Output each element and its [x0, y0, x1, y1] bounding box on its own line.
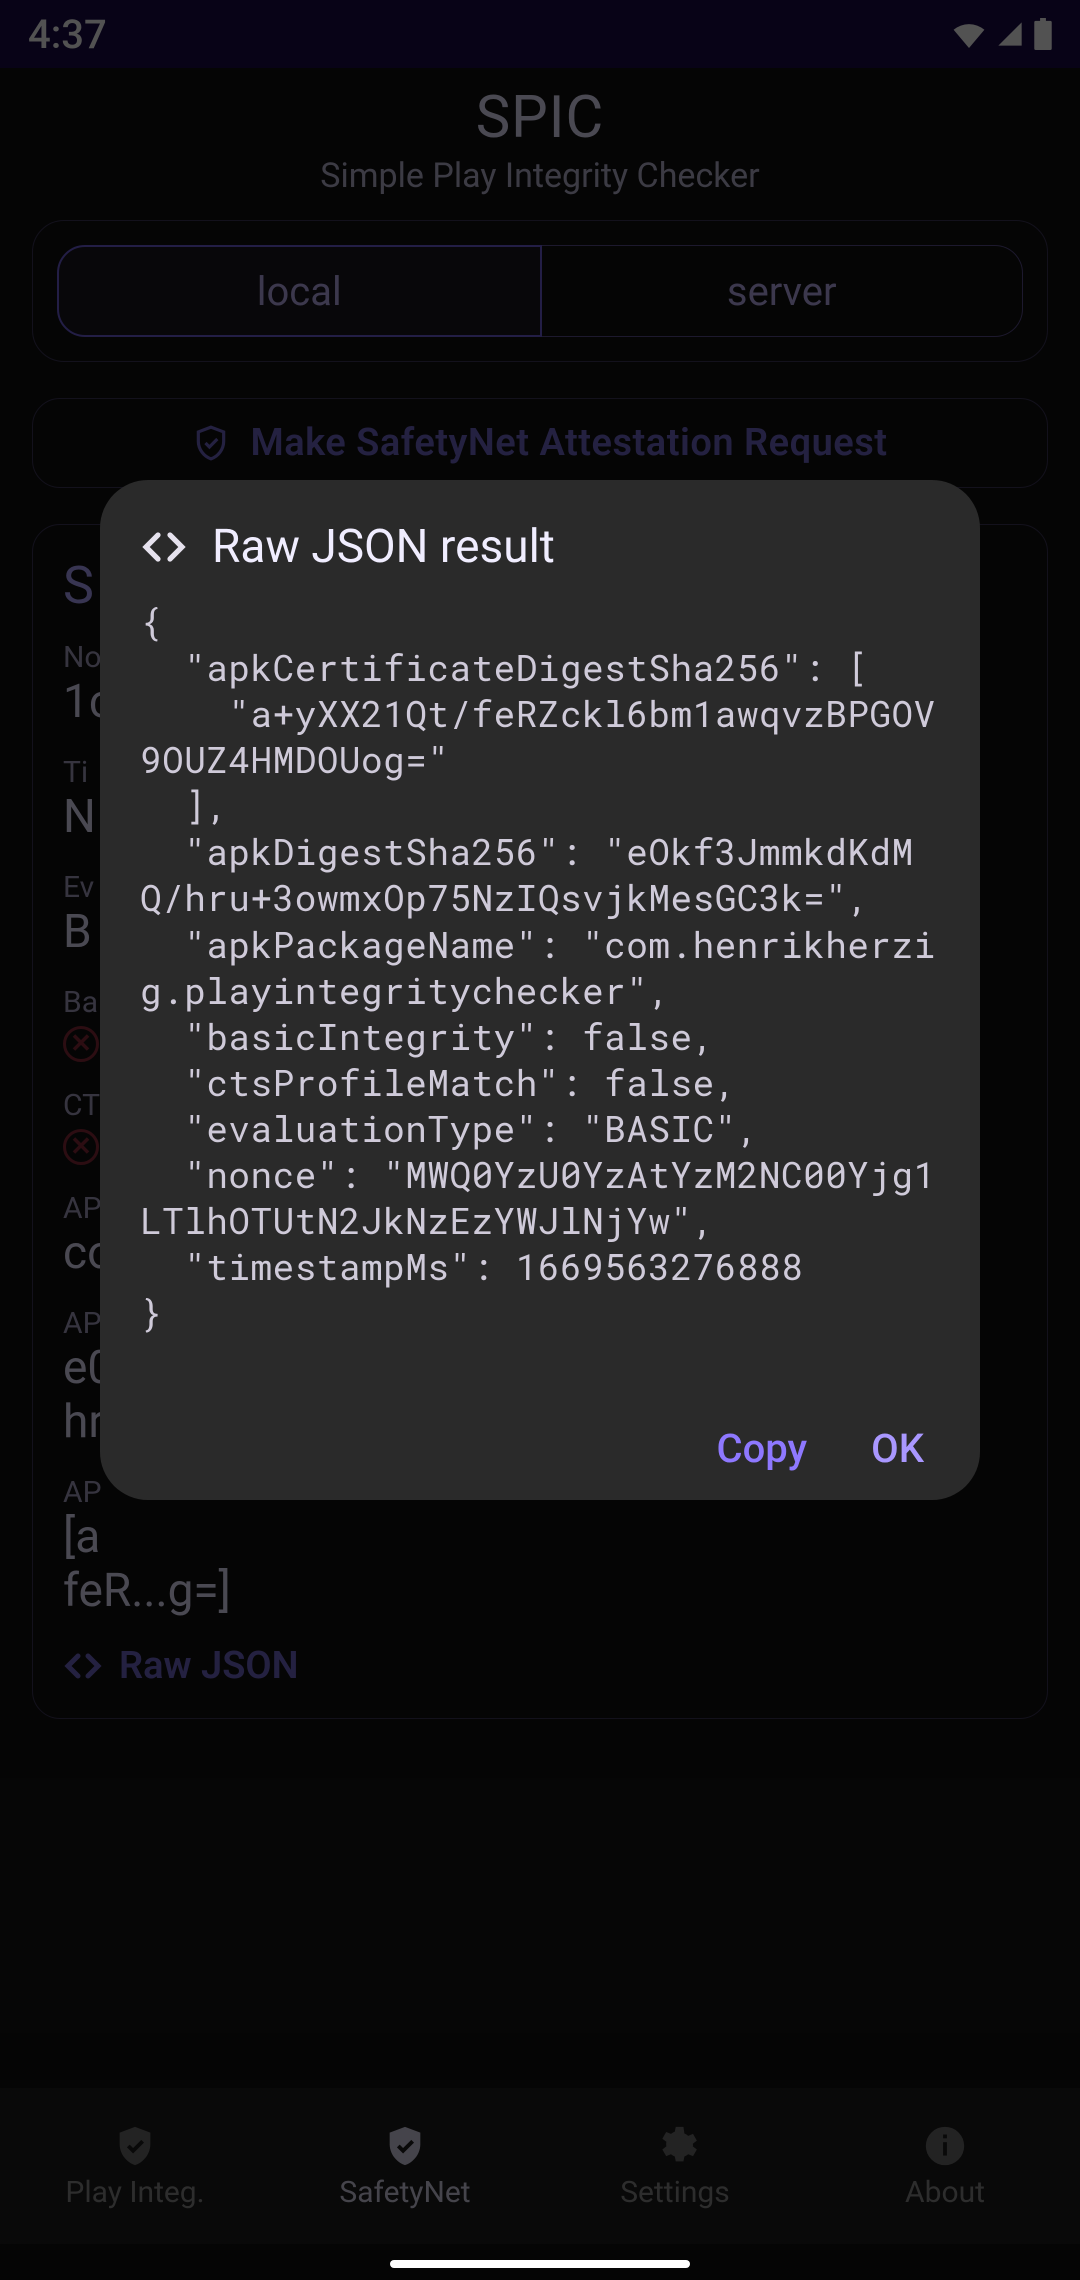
ok-button[interactable]: OK — [871, 1425, 924, 1472]
copy-button[interactable]: Copy — [716, 1425, 807, 1472]
dialog-title: Raw JSON result — [212, 520, 555, 574]
dialog-actions: Copy OK — [140, 1425, 940, 1472]
raw-json-dialog: Raw JSON result { "apkCertificateDigestS… — [100, 480, 980, 1500]
dialog-body: { "apkCertificateDigestSha256": [ "a+yXX… — [140, 598, 940, 1335]
code-icon — [140, 530, 188, 564]
dialog-header: Raw JSON result — [140, 520, 940, 574]
home-indicator[interactable] — [390, 2260, 690, 2268]
